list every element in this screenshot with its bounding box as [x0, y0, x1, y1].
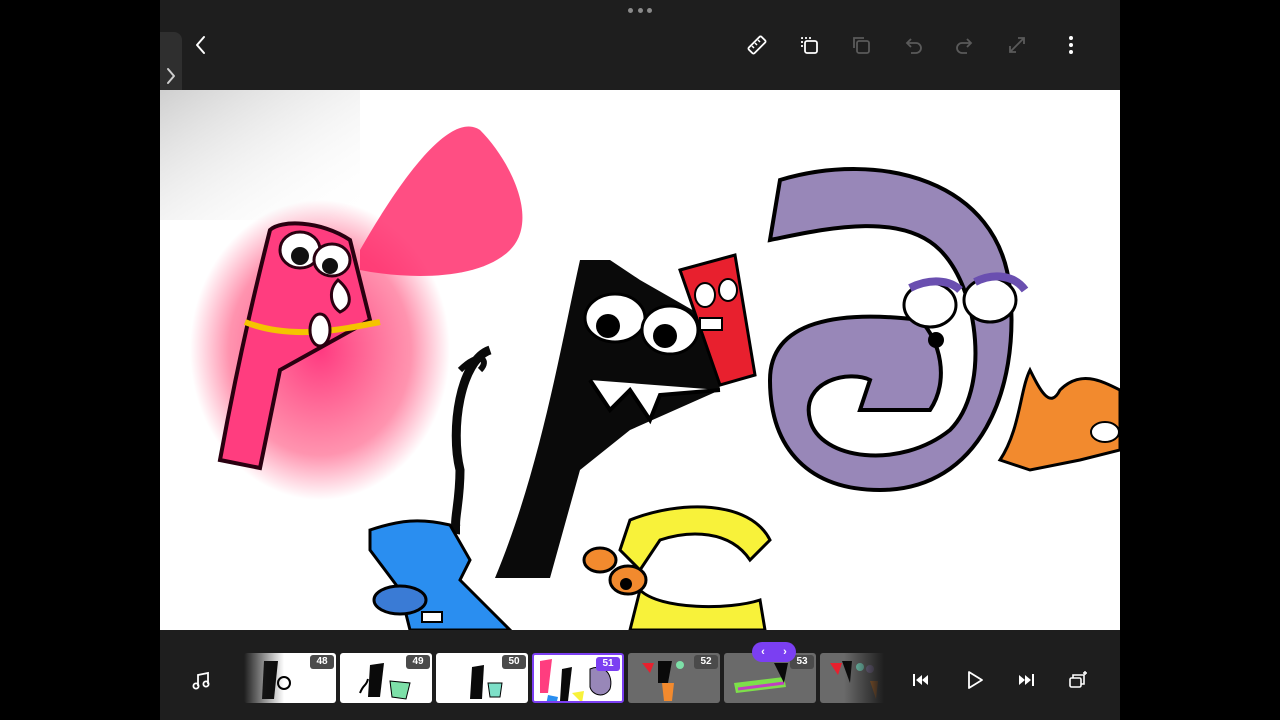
- layers-button[interactable]: [1064, 666, 1092, 694]
- undo-button[interactable]: [898, 30, 928, 60]
- frame-thumbnail[interactable]: 54: [820, 653, 884, 703]
- resize-icon: [1009, 37, 1025, 53]
- resize-button[interactable]: [1002, 30, 1032, 60]
- frame-number: 52: [694, 655, 718, 669]
- undo-icon: [905, 38, 922, 54]
- frame-number: 51: [596, 657, 620, 671]
- yellow-letter: [618, 505, 772, 573]
- drawing-canvas[interactable]: [160, 90, 1120, 630]
- ruler-icon: [747, 35, 767, 55]
- duplicate-frame-button[interactable]: [794, 30, 824, 60]
- orange-letter: [997, 366, 1120, 472]
- purple-letter: [767, 167, 1014, 493]
- playhead-scrubber[interactable]: ‹ ›: [752, 642, 796, 662]
- frame-number: 48: [310, 655, 334, 669]
- pink-shout-blast: [360, 126, 523, 276]
- timeline-bar: 48 49 50 51 52 53 ‹ ›: [160, 630, 1120, 720]
- copy-frame-button[interactable]: [846, 30, 876, 60]
- play-icon: [968, 671, 983, 689]
- frame-thumbnail[interactable]: 49: [340, 653, 432, 703]
- chevron-left-icon: [196, 36, 205, 54]
- frame-thumbnail[interactable]: 50: [436, 653, 528, 703]
- frame-thumbnail[interactable]: 48: [244, 653, 336, 703]
- chevron-right-icon: [167, 68, 175, 84]
- music-button[interactable]: [186, 666, 216, 696]
- duplicate-frame-icon: [801, 37, 818, 54]
- animation-app: 48 49 50 51 52 53 ‹ ›: [160, 0, 1120, 720]
- redo-button[interactable]: [950, 30, 980, 60]
- skip-to-end-icon: [1019, 674, 1034, 686]
- frame-number: 49: [406, 655, 430, 669]
- skip-to-start-icon: [913, 674, 928, 686]
- back-button[interactable]: [186, 30, 216, 60]
- frame-number: 50: [502, 655, 526, 669]
- music-note-icon: [192, 671, 210, 690]
- ruler-button[interactable]: [742, 30, 772, 60]
- pink-letter-mark: [308, 312, 332, 348]
- play-button[interactable]: [960, 666, 988, 694]
- playhead-next-icon: ›: [783, 646, 787, 658]
- playhead-prev-icon: ‹: [761, 646, 765, 658]
- redo-icon: [956, 38, 973, 54]
- layers-icon: [1069, 671, 1087, 688]
- more-button[interactable]: [1056, 30, 1086, 60]
- copy-frame-icon: [853, 37, 870, 54]
- canvas-drawing: [160, 90, 1120, 630]
- window-grabber[interactable]: [628, 6, 652, 14]
- frame-thumbnail-selected[interactable]: 51: [532, 653, 624, 703]
- frame-thumbnail[interactable]: 52: [628, 653, 720, 703]
- more-vertical-icon: [1069, 36, 1073, 54]
- skip-to-start-button[interactable]: [907, 666, 935, 694]
- skip-to-end-button[interactable]: [1012, 666, 1040, 694]
